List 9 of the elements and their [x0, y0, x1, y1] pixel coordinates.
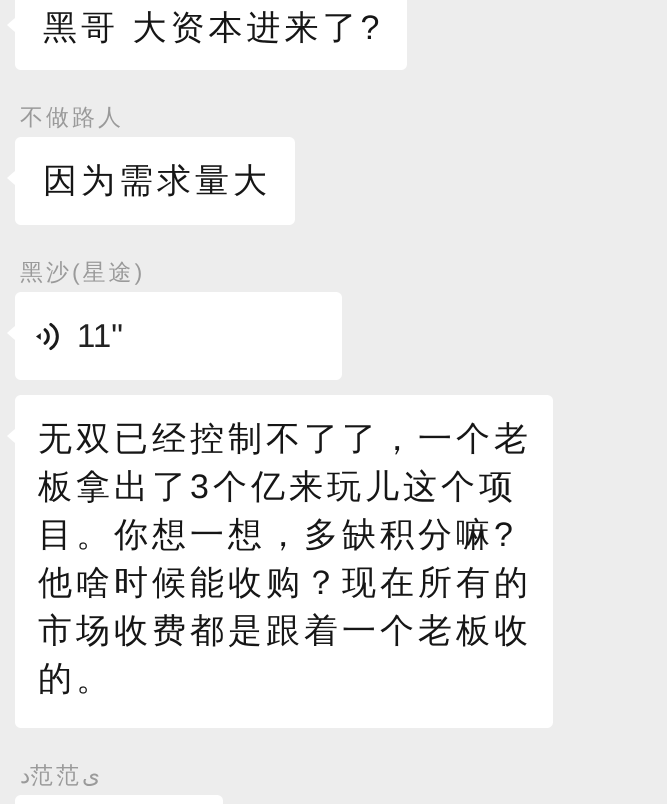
message-text: 无双已经控制不了了，一个老板拿出了3个亿来玩儿这个项目。你想一想，多缺积分嘛?他啥时候能收购？现在所有的市场收费都是跟着一个老板收的。 — [38, 419, 533, 700]
message-text: 黑哥 大资本进来了? — [43, 8, 384, 48]
sender-name: د范范ى — [20, 761, 100, 790]
voice-duration: 11" — [77, 316, 123, 356]
sound-waves-icon — [35, 322, 60, 350]
voice-message-bubble[interactable]: 11" — [15, 292, 342, 380]
sender-name: 黑沙(星途) — [20, 258, 146, 287]
sender-name: 不做路人 — [20, 103, 124, 132]
message-text: 因为需求量大 — [43, 161, 271, 201]
